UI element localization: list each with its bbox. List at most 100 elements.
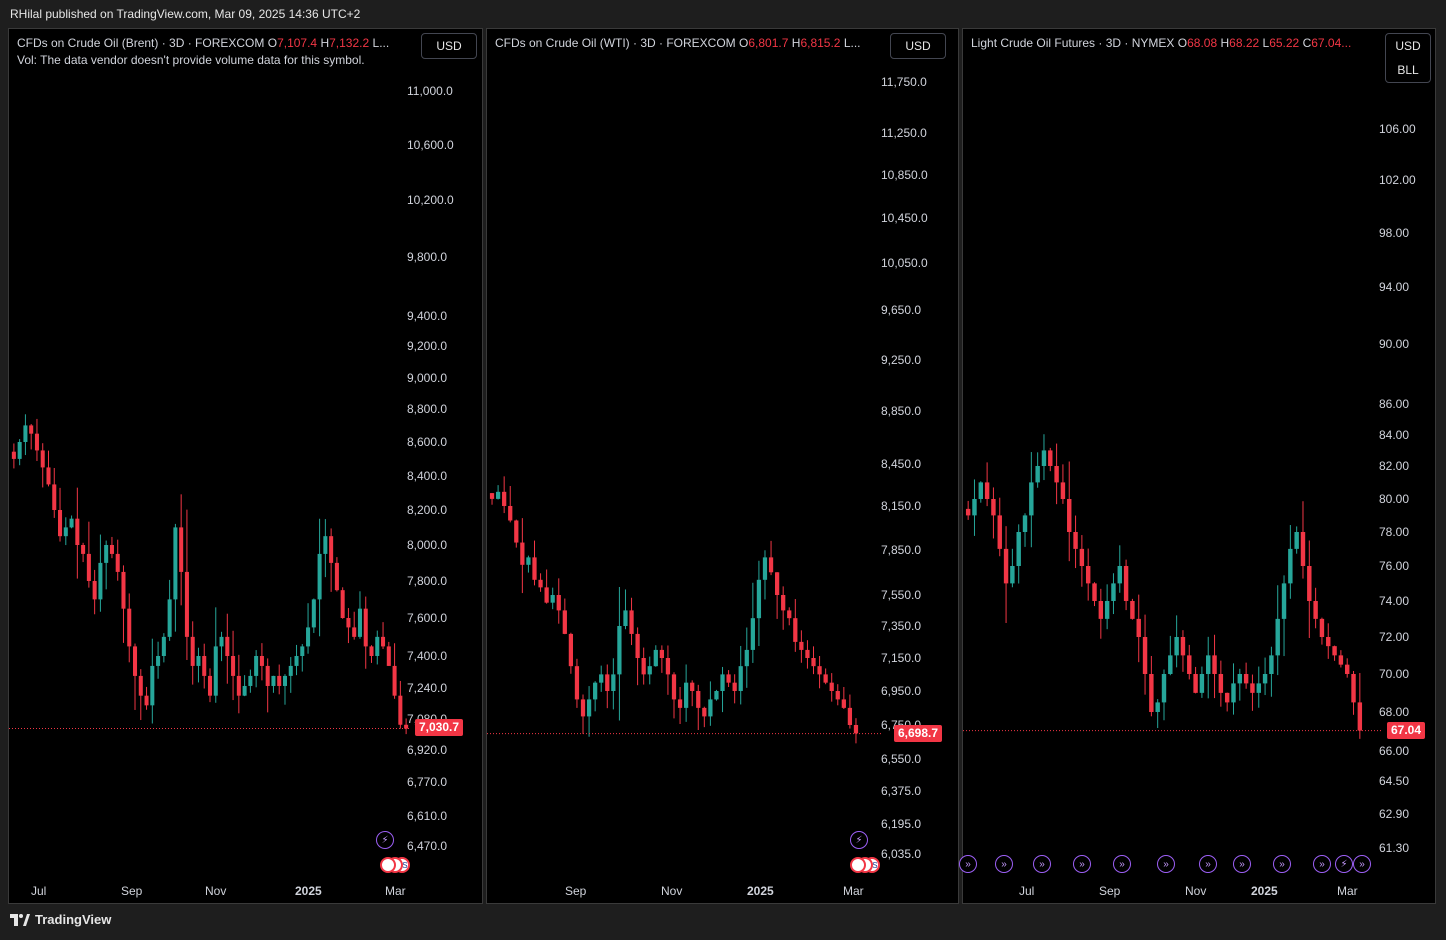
price-tick-label: 78.00 <box>1379 525 1410 539</box>
economic-event-icon[interactable]: » <box>1233 855 1251 873</box>
candle <box>1073 532 1078 549</box>
high-label: H <box>320 36 330 50</box>
candle <box>574 666 580 700</box>
economic-event-icon[interactable]: » <box>1273 855 1291 873</box>
close-label: C <box>1302 36 1312 50</box>
candle <box>109 545 114 554</box>
us-flag-event-icon[interactable] <box>850 857 866 873</box>
candle <box>242 685 247 696</box>
chart-panel-nymex[interactable]: Light Crude Oil Futures · 3D · NYMEX O68… <box>959 28 1437 905</box>
candle <box>984 482 990 499</box>
candle <box>11 451 16 459</box>
currency-unit-button[interactable]: USD BLL <box>1385 33 1431 83</box>
price-tick-label: 7,550.0 <box>881 588 922 602</box>
candle <box>161 636 166 656</box>
candle <box>978 482 984 499</box>
economic-event-icon[interactable]: » <box>1157 855 1175 873</box>
candle <box>1067 499 1072 532</box>
candle <box>1035 466 1040 483</box>
open-label: O <box>267 36 278 50</box>
tradingview-brand[interactable]: TradingView <box>10 912 111 927</box>
last-price-label: 67.04 <box>1387 721 1426 739</box>
economic-event-icon[interactable]: » <box>1033 855 1051 873</box>
price-tick-label: 70.00 <box>1379 667 1410 681</box>
economic-event-icon[interactable]: » <box>1353 855 1371 873</box>
open-label: O <box>739 36 749 50</box>
tradingview-logo-icon <box>10 913 30 926</box>
currency-button[interactable]: USD <box>890 33 946 59</box>
candle <box>514 520 519 543</box>
candle <box>352 627 357 637</box>
chart-panel-brent[interactable]: CFDs on Crude Oil (Brent) · 3D · FOREXCO… <box>8 28 483 904</box>
candle <box>617 626 622 675</box>
candle <box>34 433 39 451</box>
candle <box>787 610 792 619</box>
candle <box>1003 548 1009 584</box>
candle <box>720 674 725 691</box>
candle <box>647 666 652 675</box>
candle <box>282 675 288 686</box>
price-tick-label: 7,240.0 <box>407 681 448 695</box>
candle <box>508 506 513 521</box>
candle <box>714 691 719 700</box>
candle <box>392 665 397 696</box>
candle <box>375 636 380 656</box>
price-tick-label: 9,000.0 <box>407 371 448 385</box>
lightning-event-icon[interactable]: ⚡ <box>376 831 394 849</box>
economic-event-icon[interactable]: » <box>995 855 1013 873</box>
chart-plot-nymex[interactable] <box>963 29 1437 905</box>
candle <box>207 675 213 696</box>
price-tick-label: 10,600.0 <box>407 138 454 152</box>
price-tick-label: 7,150.0 <box>881 651 922 665</box>
price-tick-label: 7,350.0 <box>881 619 922 633</box>
candle <box>1212 655 1217 674</box>
candle <box>46 467 51 485</box>
price-tick-label: 10,450.0 <box>881 211 928 225</box>
candle <box>1016 532 1021 566</box>
price-tick-label: 6,550.0 <box>881 752 922 766</box>
price-tick-label: 8,150.0 <box>881 499 922 513</box>
candle <box>334 562 339 591</box>
price-tick-label: 6,470.0 <box>407 839 448 853</box>
economic-event-icon[interactable]: » <box>1113 855 1131 873</box>
candle <box>86 553 91 581</box>
candle <box>550 595 555 603</box>
candle <box>1048 450 1053 466</box>
candle <box>1307 566 1312 601</box>
candle <box>732 682 737 691</box>
price-tick-label: 90.00 <box>1379 337 1410 351</box>
candle <box>1275 618 1280 656</box>
us-flag-event-icon[interactable] <box>380 857 396 873</box>
symbol-header: CFDs on Crude Oil (Brent) · 3D · FOREXCO… <box>17 36 389 50</box>
price-tick-label: 106.00 <box>1379 122 1416 136</box>
candle <box>726 674 731 683</box>
lightning-event-icon[interactable]: ⚡ <box>850 831 868 849</box>
chart-panel-wti[interactable]: CFDs on Crude Oil (WTI) · 3D · FOREXCOM … <box>486 28 959 904</box>
time-tick-label: Mar <box>843 884 864 898</box>
candle <box>1174 637 1179 656</box>
economic-event-icon[interactable]: » <box>959 855 977 873</box>
candle <box>1079 548 1085 566</box>
symbol-header: Light Crude Oil Futures · 3D · NYMEX O68… <box>971 36 1351 50</box>
candle <box>671 674 677 700</box>
open-value: 7,107.4 <box>277 36 318 50</box>
price-tick-label: 6,375.0 <box>881 784 922 798</box>
lightning-event-icon[interactable]: ⚡ <box>1335 855 1353 873</box>
time-tick-label: 2025 <box>1251 884 1278 898</box>
economic-event-icon[interactable]: » <box>1073 855 1091 873</box>
chart-plot-brent[interactable] <box>9 29 484 905</box>
candle <box>1180 637 1186 656</box>
currency-button[interactable]: USD <box>421 33 477 59</box>
candle <box>17 442 22 459</box>
candle <box>556 595 561 611</box>
candle <box>271 675 276 686</box>
economic-event-icon[interactable]: » <box>1199 855 1217 873</box>
candle <box>817 666 822 675</box>
candle <box>502 491 507 506</box>
candle <box>1193 674 1198 693</box>
currency-label: USD <box>1395 39 1421 53</box>
candle <box>708 699 713 717</box>
economic-event-icon[interactable]: » <box>1313 855 1331 873</box>
candle <box>1262 674 1268 684</box>
symbol-title: CFDs on Crude Oil (Brent) · 3D · FOREXCO… <box>17 36 265 50</box>
